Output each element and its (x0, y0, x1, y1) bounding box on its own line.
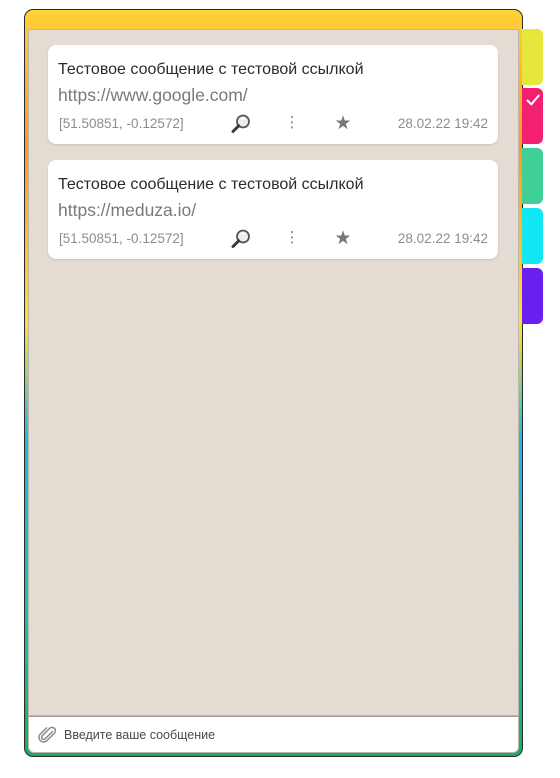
message-input-bar (28, 716, 519, 753)
color-tab-cyan[interactable] (522, 208, 543, 264)
message-text: Тестовое сообщение с тестовой ссылкой (58, 176, 364, 193)
magnifier-icon[interactable] (230, 228, 252, 250)
message-link[interactable]: https://meduza.io/ (58, 200, 196, 221)
message-timestamp: 28.02.22 19:42 (397, 231, 488, 246)
star-icon[interactable]: ★ (332, 228, 354, 250)
more-vertical-icon[interactable]: ⋮ (284, 113, 300, 135)
color-tab-pink[interactable] (522, 88, 543, 144)
more-vertical-icon[interactable]: ⋮ (284, 228, 300, 250)
color-tab-yellow[interactable] (522, 29, 543, 85)
message-coordinates: [51.50851, -0.12572] (59, 116, 184, 131)
checkmark-icon (525, 92, 541, 108)
message-meta: [51.50851, -0.12572] ⋮ ★ 28.02.22 19:42 (48, 113, 498, 135)
message-input[interactable] (64, 727, 484, 742)
message-text: Тестовое сообщение с тестовой ссылкой (58, 61, 364, 78)
magnifier-icon[interactable] (230, 113, 252, 135)
message-card: Тестовое сообщение с тестовой ссылкой ht… (48, 160, 498, 259)
message-timestamp: 28.02.22 19:42 (397, 116, 488, 131)
message-coordinates: [51.50851, -0.12572] (59, 231, 184, 246)
message-card: Тестовое сообщение с тестовой ссылкой ht… (48, 45, 498, 144)
color-tab-green[interactable] (522, 148, 543, 204)
message-meta: [51.50851, -0.12572] ⋮ ★ 28.02.22 19:42 (48, 228, 498, 250)
paperclip-icon[interactable] (37, 724, 59, 746)
star-icon[interactable]: ★ (332, 113, 354, 135)
message-link[interactable]: https://www.google.com/ (58, 85, 248, 106)
color-tab-purple[interactable] (522, 268, 543, 324)
